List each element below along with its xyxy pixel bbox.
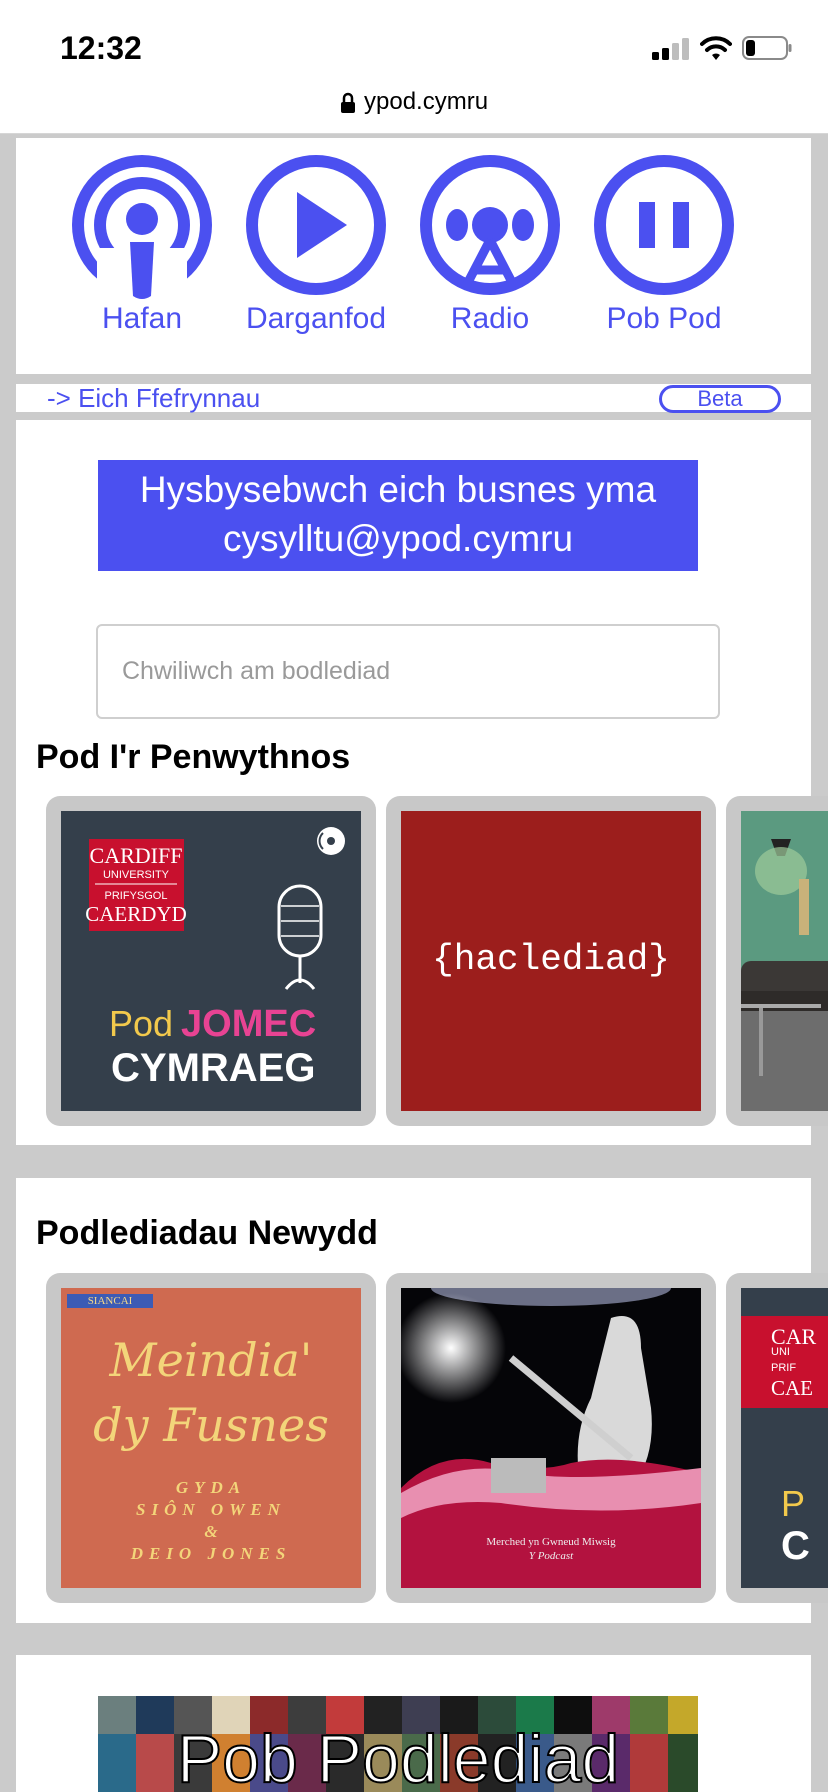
partial-pod-text: P <box>781 1483 806 1524</box>
podcast-artwork: SIANCAI Meindia' dy Fusnes GYDA SIÔN OWE… <box>61 1288 361 1588</box>
podcast-artwork: CARDIFF UNIVERSITY PRIFYSGOL CAERDYD Pod… <box>61 811 361 1111</box>
all-podcasts-section: Pob Podlediad <box>16 1655 811 1792</box>
nav-item-radio[interactable]: Radio <box>405 150 575 336</box>
radio-icon <box>420 155 560 295</box>
pause-icon <box>594 155 734 295</box>
nav-item-pob-pod[interactable]: Pob Pod <box>579 150 749 336</box>
browser-address-bar[interactable]: ypod.cymru <box>0 78 828 134</box>
jomec-cymraeg: CYMRAEG <box>111 1046 315 1090</box>
search-input[interactable] <box>96 624 720 719</box>
ad-line-1: Hysbysebwch eich busnes yma <box>139 469 657 510</box>
jomec-artwork: CARDIFF UNIVERSITY PRIFYSGOL CAERDYD Pod… <box>85 827 345 1090</box>
section-title-new: Podlediadau Newydd <box>36 1214 378 1252</box>
podcast-artwork: CAR UNI PRIF CAE P C <box>741 1288 828 1588</box>
meindia-byline-4: DEIO JONES <box>130 1544 292 1563</box>
podcast-icon <box>72 155 212 300</box>
podcast-card-partial-2[interactable]: CAR UNI PRIF CAE P C <box>726 1273 828 1603</box>
status-time: 12:32 <box>60 30 142 66</box>
partial-logo-4: CAE <box>771 1376 813 1400</box>
main-content: Hysbysebwch eich busnes yma cysylltu@ypo… <box>16 420 828 1145</box>
podcast-artwork: {haclediad} <box>401 811 701 1111</box>
podcast-artwork: Merched yn Gwneud Miwsig Y Podcast <box>401 1288 701 1588</box>
podcast-card-haclediad[interactable]: {haclediad} <box>386 796 716 1126</box>
merched-caption-1: Merched yn Gwneud Miwsig <box>486 1536 616 1548</box>
ad-line-2: cysylltu@ypod.cymru <box>222 518 574 559</box>
nav-label-radio: Radio <box>450 302 530 335</box>
podcast-artwork <box>741 811 828 1111</box>
partial-logo-3: PRIF <box>771 1362 797 1374</box>
podcast-card-partial[interactable] <box>726 796 828 1126</box>
play-icon <box>246 155 386 295</box>
partial-logo-2: UNI <box>771 1346 790 1358</box>
meindia-title-1: Meindia' <box>109 1333 313 1387</box>
merched-caption-2: Y Podcast <box>528 1550 574 1562</box>
top-navigation: Hafan Darganfod Radio Pob Pod <box>16 138 811 374</box>
meindia-title-2: dy Fusnes <box>93 1398 329 1452</box>
meindia-tag: SIANCAI <box>67 1294 153 1308</box>
living-room-artwork <box>741 811 828 1111</box>
advertise-banner[interactable]: Hysbysebwch eich busnes yma cysylltu@ypo… <box>98 460 698 571</box>
partial-cymraeg-text: C <box>781 1524 810 1568</box>
cellular-signal-icon <box>652 38 689 60</box>
jomec-logo-line-2: UNIVERSITY <box>103 869 170 881</box>
beta-badge[interactable]: Beta <box>659 385 781 413</box>
wifi-icon <box>700 36 732 60</box>
favourites-bar: -> Eich Ffefrynnau Beta <box>16 384 811 413</box>
nav-label-hafan: Hafan <box>101 302 183 335</box>
meindia-byline-1: GYDA <box>175 1478 247 1497</box>
all-podcasts-banner[interactable]: Pob Podlediad <box>98 1696 698 1792</box>
podcast-card-jomec[interactable]: CARDIFF UNIVERSITY PRIFYSGOL CAERDYD Pod… <box>46 796 376 1126</box>
jomec-pod-text: Pod <box>109 1003 173 1044</box>
jomec-name: JOMEC <box>181 1003 316 1045</box>
battery-icon <box>742 36 792 60</box>
status-bar: 12:32 <box>0 0 828 78</box>
jomec-logo-line-3: PRIFYSGOL <box>105 890 168 902</box>
lock-icon <box>341 92 355 113</box>
haclediad-title: {haclediad} <box>432 939 670 980</box>
all-podcasts-label: Pob Podlediad <box>176 1720 620 1792</box>
meindia-byline-2: SIÔN OWEN <box>136 1500 286 1519</box>
nav-item-darganfod[interactable]: Darganfod <box>231 150 401 336</box>
nav-label-pob-pod: Pob Pod <box>606 302 722 335</box>
meindia-byline-3: & <box>204 1522 218 1541</box>
podcast-card-merched[interactable]: Merched yn Gwneud Miwsig Y Podcast <box>386 1273 716 1603</box>
nav-label-darganfod: Darganfod <box>245 302 387 335</box>
nav-item-hafan[interactable]: Hafan <box>57 150 227 336</box>
jomec-logo-line-1: CARDIFF <box>90 843 183 868</box>
new-podcasts-section: Podlediadau Newydd SIANCAI Meindia' dy F… <box>16 1178 828 1623</box>
podcast-card-meindia[interactable]: SIANCAI Meindia' dy Fusnes GYDA SIÔN OWE… <box>46 1273 376 1603</box>
url-text: ypod.cymru <box>364 88 489 115</box>
favourites-link[interactable]: -> Eich Ffefrynnau <box>47 384 260 412</box>
section-title-weekend: Pod I'r Penwythnos <box>36 738 351 776</box>
jomec-logo-line-4: CAERDYD <box>85 902 187 926</box>
